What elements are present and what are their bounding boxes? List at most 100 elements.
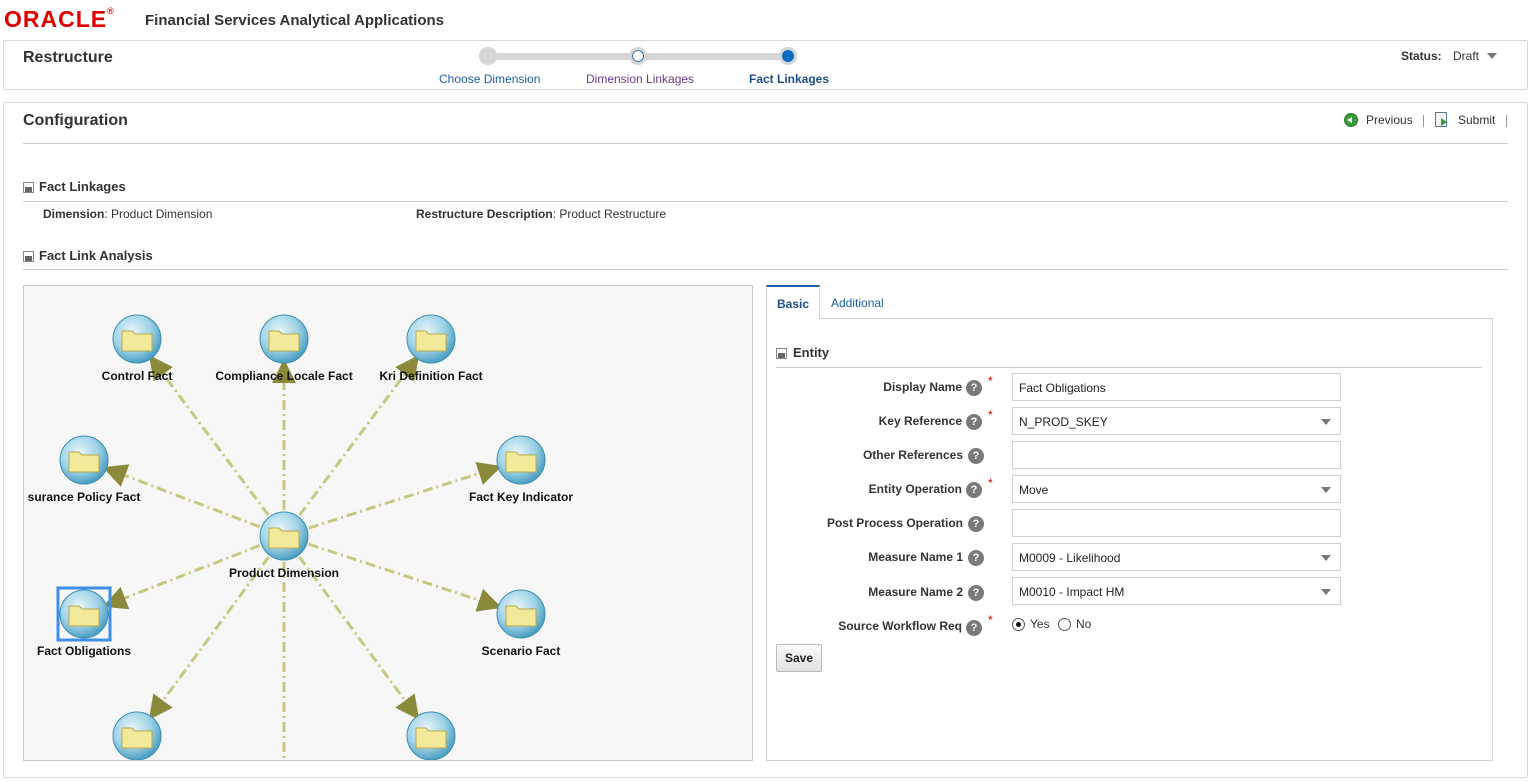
measure-name-2-select[interactable]: M0010 - Impact HM bbox=[1012, 577, 1341, 605]
train-stop-fact-linkages[interactable] bbox=[779, 47, 797, 65]
graph-canvas[interactable]: Control Fact Compliance Locale Fact Kri De… bbox=[24, 286, 753, 761]
measure-name-2-label: Measure Name 2 bbox=[868, 585, 963, 599]
help-icon[interactable]: ? bbox=[968, 585, 984, 601]
source-workflow-no-label[interactable]: No bbox=[1076, 617, 1091, 631]
required-marker: * bbox=[988, 476, 993, 490]
key-reference-label: Key Reference bbox=[878, 414, 962, 428]
folder-icon bbox=[268, 527, 300, 549]
source-workflow-no-radio[interactable] bbox=[1058, 618, 1071, 631]
train-label-fact-linkages[interactable]: Fact Linkages bbox=[749, 72, 829, 86]
help-icon[interactable]: ? bbox=[968, 516, 984, 532]
folder-icon bbox=[121, 330, 153, 352]
display-name-input[interactable]: Fact Obligations bbox=[1012, 373, 1341, 401]
source-workflow-req-label: Source Workflow Req bbox=[838, 619, 962, 633]
graph-node[interactable]: Compliance Locale Fact bbox=[215, 314, 353, 383]
measure-name-2-value: M0010 - Impact HM bbox=[1019, 585, 1125, 599]
submit-icon[interactable] bbox=[1435, 112, 1447, 127]
page-title: Restructure bbox=[23, 49, 113, 66]
graph-edge bbox=[148, 556, 270, 720]
node-label[interactable]: Product Dimension bbox=[229, 566, 339, 580]
train-label-choose-dimension[interactable]: Choose Dimension bbox=[439, 72, 540, 86]
collapse-icon[interactable] bbox=[23, 251, 34, 262]
post-process-operation-label: Post Process Operation bbox=[826, 516, 963, 530]
tab-additional[interactable]: Additional bbox=[831, 296, 884, 310]
graph-node[interactable] bbox=[406, 711, 456, 760]
graph-node[interactable]: Scenario Fact bbox=[482, 589, 561, 658]
restructure-description-info: Restructure Description: Product Restruc… bbox=[416, 207, 667, 221]
required-marker: * bbox=[988, 374, 993, 388]
node-label[interactable]: Scenario Fact bbox=[482, 644, 561, 658]
divider bbox=[776, 367, 1482, 368]
required-marker: * bbox=[988, 408, 993, 422]
post-process-operation-input[interactable] bbox=[1012, 509, 1341, 537]
node-label[interactable]: Compliance Locale Fact bbox=[215, 369, 352, 383]
entity-operation-label: Entity Operation bbox=[868, 482, 962, 496]
graph-node[interactable]: Fact Key Indicator bbox=[469, 435, 573, 504]
graph-edge bbox=[298, 556, 420, 720]
graph-node[interactable]: Control Fact bbox=[102, 314, 173, 383]
node-label[interactable]: Fact Obligations bbox=[37, 644, 131, 658]
node-label[interactable]: Control Fact bbox=[102, 369, 173, 383]
toolbar-separator bbox=[1423, 115, 1424, 127]
train-stop-choose-dimension[interactable] bbox=[479, 47, 497, 65]
toolbar-separator bbox=[1506, 115, 1507, 127]
help-icon[interactable]: ? bbox=[966, 620, 982, 636]
measure-name-1-label: Measure Name 1 bbox=[868, 550, 963, 564]
other-references-input[interactable] bbox=[1012, 441, 1341, 469]
node-label[interactable]: surance Policy Fact bbox=[28, 490, 141, 504]
required-marker: * bbox=[988, 613, 993, 627]
graph-node[interactable]: surance Policy Fact bbox=[28, 435, 141, 504]
collapse-icon[interactable] bbox=[776, 348, 787, 359]
node-label[interactable]: Kri Definition Fact bbox=[379, 369, 482, 383]
key-reference-select[interactable]: N_PROD_SKEY bbox=[1012, 407, 1341, 435]
dimension-info: Dimension: Product Dimension bbox=[43, 207, 213, 221]
folder-icon bbox=[121, 727, 153, 749]
other-references-label: Other References bbox=[862, 448, 963, 462]
folder-icon bbox=[268, 330, 300, 352]
source-workflow-yes-radio[interactable] bbox=[1012, 618, 1025, 631]
folder-icon bbox=[505, 605, 537, 627]
graph-node[interactable]: Kri Definition Fact bbox=[379, 314, 483, 383]
fact-linkages-header[interactable]: Fact Linkages bbox=[39, 179, 126, 194]
help-icon[interactable]: ? bbox=[968, 448, 984, 464]
measure-name-1-select[interactable]: M0009 - Likelihood bbox=[1012, 543, 1341, 571]
tab-basic[interactable]: Basic bbox=[766, 285, 820, 319]
save-button[interactable]: Save bbox=[776, 644, 822, 672]
graph-edge bbox=[148, 355, 270, 517]
divider bbox=[23, 143, 1508, 144]
help-icon[interactable]: ? bbox=[968, 550, 984, 566]
folder-icon bbox=[415, 727, 447, 749]
fact-link-analysis-header[interactable]: Fact Link Analysis bbox=[39, 248, 153, 263]
folder-icon bbox=[68, 605, 100, 627]
status-value[interactable]: Draft bbox=[1453, 49, 1479, 63]
status-label: Status: bbox=[1401, 49, 1442, 63]
folder-icon bbox=[505, 451, 537, 473]
configuration-title: Configuration bbox=[23, 112, 128, 129]
folder-icon bbox=[415, 330, 447, 352]
entity-operation-select[interactable]: Move bbox=[1012, 475, 1341, 503]
display-name-label: Display Name bbox=[883, 380, 962, 394]
previous-button[interactable]: Previous bbox=[1366, 113, 1413, 127]
tab-basic-label: Basic bbox=[777, 297, 810, 311]
oracle-logo: ORACLE® bbox=[4, 6, 115, 32]
train-stop-dimension-linkages[interactable] bbox=[629, 47, 647, 65]
folder-icon bbox=[68, 451, 100, 473]
app-title: Financial Services Analytical Applicatio… bbox=[145, 12, 444, 29]
previous-arrow-icon[interactable] bbox=[1344, 113, 1358, 127]
train-label-dimension-linkages[interactable]: Dimension Linkages bbox=[586, 72, 694, 86]
source-workflow-yes-label[interactable]: Yes bbox=[1030, 617, 1050, 631]
entity-operation-value: Move bbox=[1019, 483, 1049, 497]
chevron-down-icon[interactable] bbox=[1487, 53, 1497, 59]
divider bbox=[23, 201, 1508, 202]
graph-node[interactable] bbox=[112, 711, 162, 760]
collapse-icon[interactable] bbox=[23, 182, 34, 193]
help-icon[interactable]: ? bbox=[966, 380, 982, 396]
submit-button[interactable]: Submit bbox=[1458, 113, 1495, 127]
entity-header[interactable]: Entity bbox=[793, 345, 829, 360]
key-reference-value: N_PROD_SKEY bbox=[1019, 415, 1108, 429]
help-icon[interactable]: ? bbox=[966, 482, 982, 498]
graph-node[interactable]: Fact Obligations bbox=[37, 586, 131, 658]
help-icon[interactable]: ? bbox=[966, 414, 982, 430]
fact-link-graph[interactable]: Control Fact Compliance Locale Fact Kri De… bbox=[23, 285, 753, 761]
node-label[interactable]: Fact Key Indicator bbox=[469, 490, 573, 504]
